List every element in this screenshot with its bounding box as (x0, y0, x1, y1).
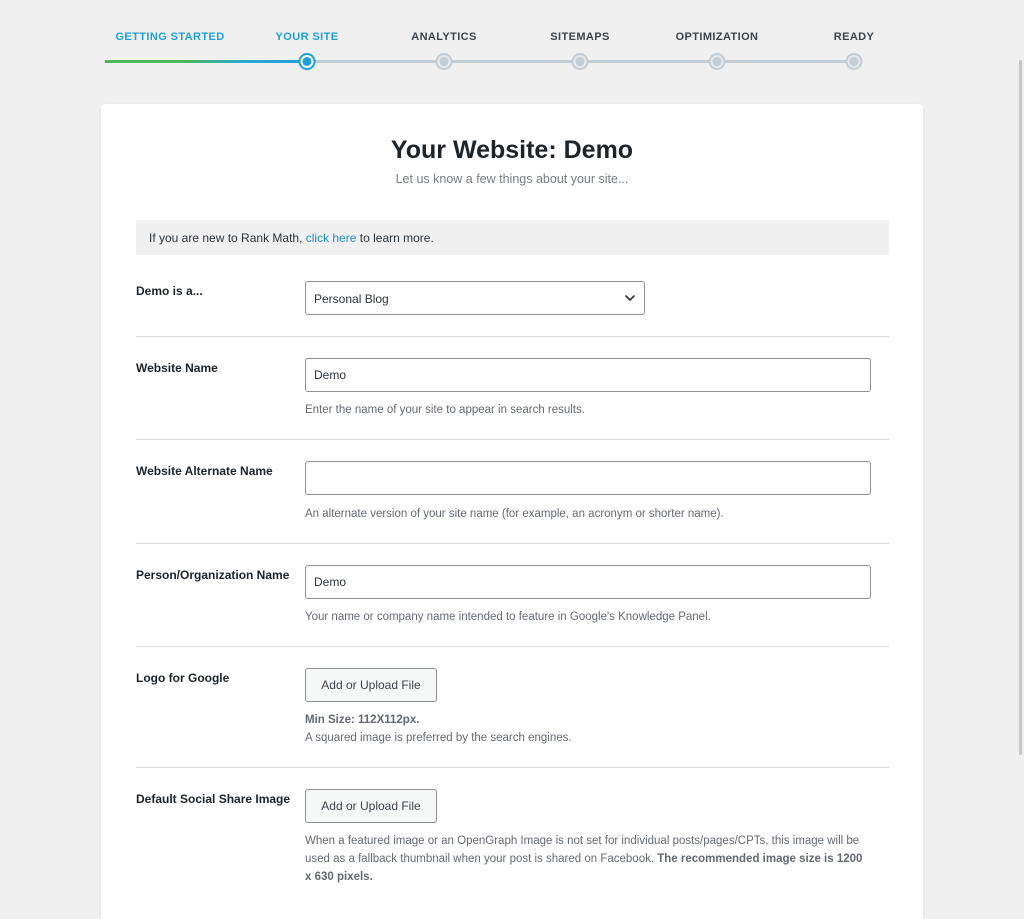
logo-description: A squared image is preferred by the sear… (305, 732, 572, 744)
alternate-name-label: Website Alternate Name (136, 464, 273, 478)
row-divider (136, 767, 889, 768)
alternate-name-input[interactable] (305, 461, 871, 495)
step-dot-sitemaps (571, 53, 589, 70)
chevron-down-icon (625, 295, 635, 301)
page-scrollbar[interactable] (1018, 0, 1024, 919)
social-image-upload-button[interactable]: Add or Upload File (305, 789, 437, 823)
social-image-description: When a featured image or an OpenGraph Im… (305, 832, 865, 886)
step-dot-your-site[interactable] (298, 53, 316, 70)
logo-min-size: Min Size: 112X112px. (305, 714, 420, 726)
learn-more-link[interactable]: click here (306, 231, 357, 245)
row-divider (136, 543, 889, 544)
row-divider (136, 336, 889, 337)
alternate-name-description: An alternate version of your site name (… (305, 508, 724, 520)
notice-text-suffix: to learn more. (356, 231, 434, 245)
social-image-label: Default Social Share Image (136, 792, 291, 806)
row-divider (136, 646, 889, 647)
wizard-card: Your Website: Demo Let us know a few thi… (101, 104, 923, 919)
info-notice: If you are new to Rank Math, click here … (136, 220, 889, 255)
org-name-input[interactable] (305, 565, 871, 599)
step-sitemaps: SITEMAPS (550, 31, 610, 43)
notice-text-prefix: If you are new to Rank Math, (149, 231, 306, 245)
logo-label: Logo for Google (136, 671, 230, 685)
org-name-label: Person/Organization Name (136, 568, 290, 582)
row-divider (136, 439, 889, 440)
website-name-input[interactable] (305, 358, 871, 392)
step-getting-started[interactable]: GETTING STARTED (115, 31, 224, 43)
page-title: Your Website: Demo (390, 136, 634, 164)
org-name-description: Your name or company name intended to fe… (305, 611, 711, 623)
step-your-site[interactable]: YOUR SITE (276, 31, 339, 43)
step-dot-analytics (435, 53, 453, 70)
step-analytics: ANALYTICS (411, 31, 477, 43)
step-dot-optimization (708, 53, 726, 70)
website-name-label: Website Name (136, 361, 218, 375)
site-type-value: Personal Blog (314, 292, 389, 306)
step-optimization: OPTIMIZATION (675, 31, 759, 43)
progress-track-completed (105, 60, 305, 63)
logo-upload-button[interactable]: Add or Upload File (305, 668, 437, 702)
setup-wizard-steps: GETTING STARTED YOUR SITE ANALYTICS SITE… (105, 0, 875, 80)
website-name-description: Enter the name of your site to appear in… (305, 404, 585, 416)
scrollbar-thumb[interactable] (1019, 60, 1022, 755)
page-subtitle: Let us know a few things about your site… (395, 172, 629, 186)
step-ready: READY (833, 31, 875, 43)
site-type-select[interactable]: Personal Blog (305, 281, 645, 315)
site-type-label: Demo is a... (136, 284, 203, 298)
step-dot-ready (845, 53, 863, 70)
